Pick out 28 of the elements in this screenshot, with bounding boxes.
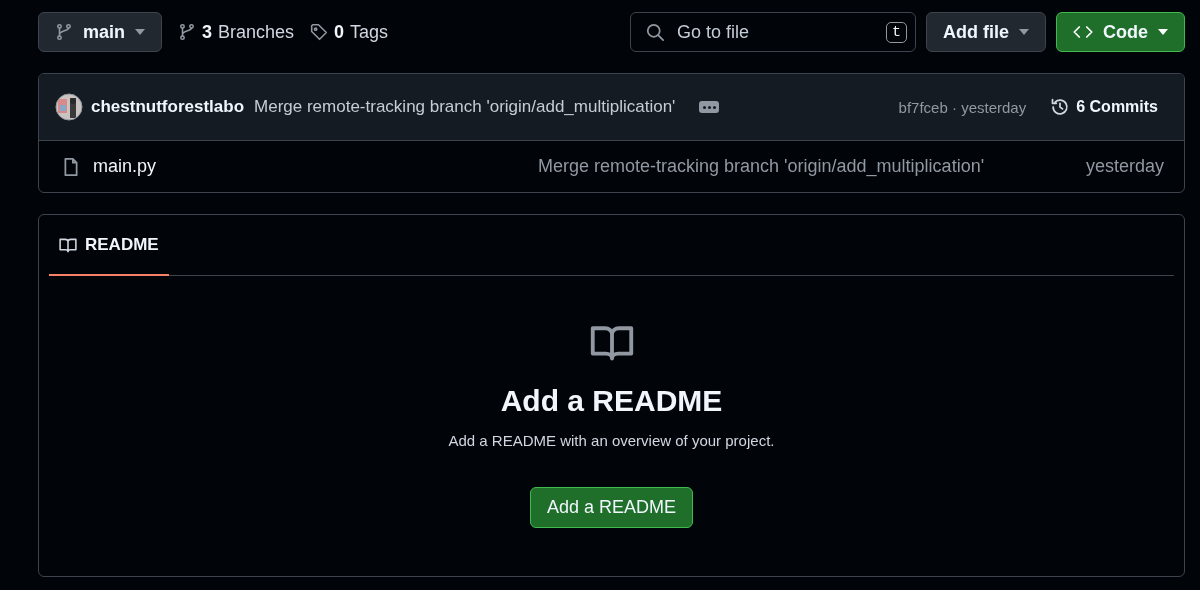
commits-link[interactable]: 6 Commits (1050, 97, 1158, 117)
branch-icon (55, 23, 73, 41)
shortcut-key: t (886, 21, 907, 43)
commit-author[interactable]: chestnutforestlabo (91, 97, 245, 117)
history-icon (1050, 97, 1071, 117)
empty-title: Add a README (500, 384, 723, 418)
search-icon (645, 22, 665, 42)
tag-icon (310, 23, 329, 41)
tags-link[interactable]: 0 Tags (310, 21, 389, 43)
branch-selector[interactable]: main (38, 12, 162, 52)
caret-icon (135, 29, 145, 35)
code-button[interactable]: Code (1056, 12, 1185, 52)
add-readme-button[interactable]: Add a README (529, 487, 694, 528)
search-input[interactable]: Go to file (675, 20, 876, 44)
commit-message[interactable]: Merge remote-tracking branch 'origin/add_multiplication' (254, 97, 676, 117)
readme-tab[interactable]: README (49, 215, 169, 276)
file-commit-message[interactable]: Merge remote-tracking branch 'origin/add_multiplication' (538, 156, 1086, 177)
commit-hash-time[interactable]: bf7fceb · yesterday (898, 98, 1027, 116)
file-time: yesterday (1085, 156, 1164, 177)
file-search-field[interactable]: Go to file t (630, 12, 916, 52)
caret-icon (1158, 29, 1168, 35)
branch-icon (178, 23, 196, 41)
add-file-button[interactable]: Add file (926, 12, 1046, 52)
branches-link[interactable]: 3 Branches (178, 21, 295, 43)
empty-description: Add a README with an overview of your project. (448, 432, 775, 449)
caret-icon (1019, 29, 1029, 35)
more-button[interactable] (699, 101, 720, 113)
file-link[interactable]: main.py (61, 156, 521, 177)
